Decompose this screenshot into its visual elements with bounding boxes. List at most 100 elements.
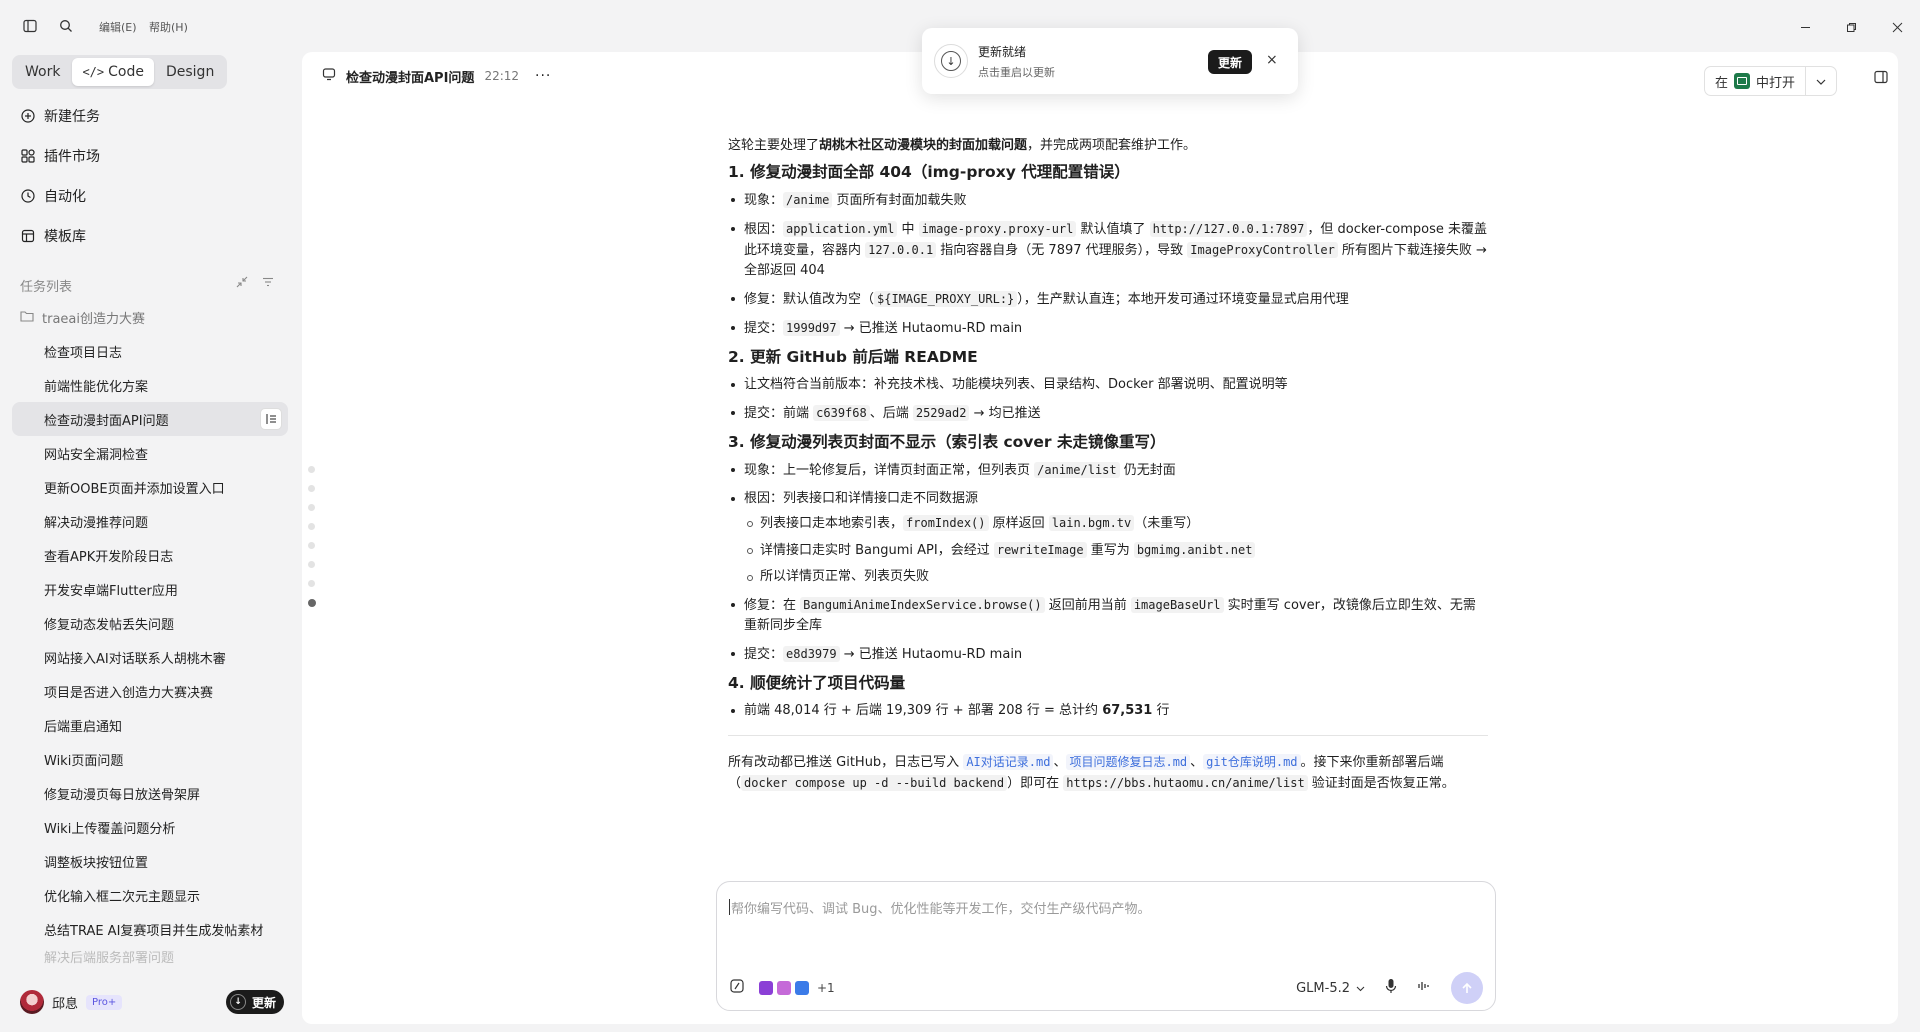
mode-switch: Work </> Code Design [12, 55, 228, 89]
task-item[interactable]: Wiki上传覆盖问题分析 [12, 810, 288, 844]
bullet-list: 现象：上一轮修复后，详情页封面正常，但列表页 /anime/list 仍无封面 … [728, 460, 1488, 665]
message-navigator [308, 466, 316, 607]
nav-dot[interactable] [308, 466, 315, 473]
chevron-down-icon [1356, 981, 1365, 996]
user-profile[interactable]: 邱息 Pro+ [20, 990, 123, 1014]
file-link[interactable]: git仓库说明.md [1203, 754, 1301, 770]
task-item[interactable]: 网站安全漏洞检查 [12, 436, 288, 470]
task-item[interactable]: 查看APK开发阶段日志 [12, 538, 288, 572]
nav-dot[interactable] [308, 561, 315, 568]
menu-help[interactable]: 帮助(H) [149, 19, 188, 35]
task-item[interactable]: 开发安卓端Flutter应用 [12, 572, 288, 606]
message-composer[interactable]: 帮你编写代码、调试 Bug、优化性能等开发工作，交付生产级代码产物。 +1 GL… [716, 881, 1496, 1011]
nav-new-task[interactable]: 新建任务 [20, 102, 100, 130]
project-folder[interactable]: traeai创造力大赛 [20, 308, 145, 327]
conversation-title: 检查动漫封面API问题 [346, 70, 475, 86]
sidebar: Work </> Code Design 新建任务 插件市场 自动化 模板库 任… [0, 52, 302, 1032]
nav-template-library-label: 模板库 [44, 229, 86, 245]
task-item-label: 检查动漫封面API问题 [44, 413, 169, 429]
nav-dot[interactable] [308, 580, 315, 587]
toast-update-button[interactable]: 更新 [1208, 50, 1253, 74]
task-item[interactable]: 项目是否进入创造力大赛决赛 [12, 674, 288, 708]
task-item[interactable]: 总结TRAE AI复赛项目并生成发帖素材 [12, 912, 288, 946]
microphone-icon[interactable] [1385, 978, 1397, 998]
model-selector[interactable]: GLM-5.2 [1296, 981, 1365, 996]
edit-mode-icon[interactable] [729, 978, 745, 998]
mode-work-button[interactable]: Work [15, 58, 70, 86]
send-button[interactable] [1451, 972, 1483, 1004]
minimize-icon[interactable] [1790, 14, 1820, 40]
nav-dot[interactable] [308, 504, 315, 511]
code-icon: </> [82, 65, 105, 79]
nav-plugin-market[interactable]: 插件市场 [20, 142, 100, 170]
open-in-dropdown[interactable] [1806, 67, 1836, 95]
collapse-icon[interactable] [236, 276, 248, 292]
plugins-icon [20, 148, 36, 164]
avatar [20, 990, 44, 1014]
task-item[interactable]: 检查项目日志 [12, 334, 288, 368]
close-icon[interactable]: × [1266, 52, 1278, 68]
task-item[interactable]: 调整板块按钮位置 [12, 844, 288, 878]
list-item: 修复：默认值改为空（ ${IMAGE_PROXY_URL:} ），生产默认直连；本地… [728, 289, 1488, 310]
nav-automation[interactable]: 自动化 [20, 182, 86, 210]
project-folder-label: traeai创造力大赛 [42, 312, 145, 327]
restore-icon[interactable] [1836, 14, 1866, 40]
task-tree-icon[interactable] [260, 408, 282, 430]
open-in-button[interactable]: 在 中打开 [1705, 67, 1807, 95]
task-list-heading: 任务列表 [20, 280, 73, 295]
task-item[interactable]: Wiki页面问题 [12, 742, 288, 776]
task-item[interactable]: 优化输入框二次元主题显示 [12, 878, 288, 912]
sidebar-toggle-icon[interactable] [18, 14, 42, 38]
task-item[interactable]: 网站接入AI对话联系人胡桃木審 [12, 640, 288, 674]
task-item-active[interactable]: 检查动漫封面API问题 [12, 402, 288, 436]
attached-tools[interactable]: +1 [755, 976, 839, 1000]
side-panel-toggle-icon[interactable] [1874, 70, 1888, 88]
task-item[interactable]: 更新OOBE页面并添加设置入口 [12, 470, 288, 504]
open-in-label: 中打开 [1756, 75, 1796, 91]
list-item: 让文档符合当前版本：补充技术栈、功能模块列表、目录结构、Docker 部署说明、… [728, 375, 1488, 395]
voice-wave-icon[interactable] [1417, 979, 1431, 997]
mode-design-button[interactable]: Design [156, 58, 224, 86]
mode-code-button[interactable]: </> Code [72, 58, 154, 86]
task-item[interactable]: 修复动漫页每日放送骨架屏 [12, 776, 288, 810]
task-item[interactable]: 解决动漫推荐问题 [12, 504, 288, 538]
image-tool-icon [777, 981, 791, 995]
open-in-control: 在 中打开 [1704, 66, 1838, 96]
search-icon[interactable] [54, 14, 78, 38]
design-tool-icon [795, 981, 809, 995]
task-item[interactable]: 解决后端服务部署问题 [12, 946, 288, 966]
conversation-time: 22:12 [484, 69, 520, 83]
nav-dot[interactable] [308, 485, 315, 492]
open-in-prefix: 在 [1715, 75, 1729, 91]
template-icon [20, 228, 36, 244]
nav-template-library[interactable]: 模板库 [20, 222, 86, 250]
mode-code-label: Code [108, 64, 144, 80]
composer-tools: +1 [729, 976, 839, 1000]
file-link[interactable]: AI对话记录.md [963, 754, 1054, 770]
task-item[interactable]: 后端重启通知 [12, 708, 288, 742]
user-name: 邱息 [52, 996, 79, 1012]
plus-circle-icon [20, 108, 36, 124]
chevron-down-icon [1816, 74, 1826, 89]
download-icon: ↓ [230, 994, 246, 1010]
nav-new-task-label: 新建任务 [44, 109, 100, 125]
nav-dot[interactable] [308, 523, 315, 530]
more-options-icon[interactable]: ··· [535, 68, 551, 84]
update-button[interactable]: ↓ 更新 [226, 990, 285, 1014]
list-item: 根因： application.yml 中 image-proxy.proxy-u… [728, 219, 1488, 281]
close-window-icon[interactable] [1882, 14, 1912, 40]
sub-list-item: 所以详情页正常、列表页失败 [744, 567, 1488, 587]
list-item: 现象：/anime 页面所有封面加载失败 [728, 190, 1488, 211]
filter-icon[interactable] [262, 276, 274, 292]
nav-dot-active[interactable] [308, 599, 316, 607]
composer-placeholder[interactable]: 帮你编写代码、调试 Bug、优化性能等开发工作，交付生产级代码产物。 [729, 898, 1151, 917]
nav-dot[interactable] [308, 542, 315, 549]
menu-edit[interactable]: 编辑(E) [99, 19, 137, 35]
model-name: GLM-5.2 [1296, 980, 1350, 996]
list-item: 前端 48,014 行 + 后端 19,309 行 + 部署 208 行 = 总… [728, 701, 1488, 721]
section-heading: 2. 更新 GitHub 前后端 README [728, 348, 978, 366]
nav-automation-label: 自动化 [44, 189, 86, 205]
task-item[interactable]: 修复动态发帖丢失问题 [12, 606, 288, 640]
file-link[interactable]: 项目问题修复日志.md [1066, 754, 1191, 770]
task-item[interactable]: 前端性能优化方案 [12, 368, 288, 402]
